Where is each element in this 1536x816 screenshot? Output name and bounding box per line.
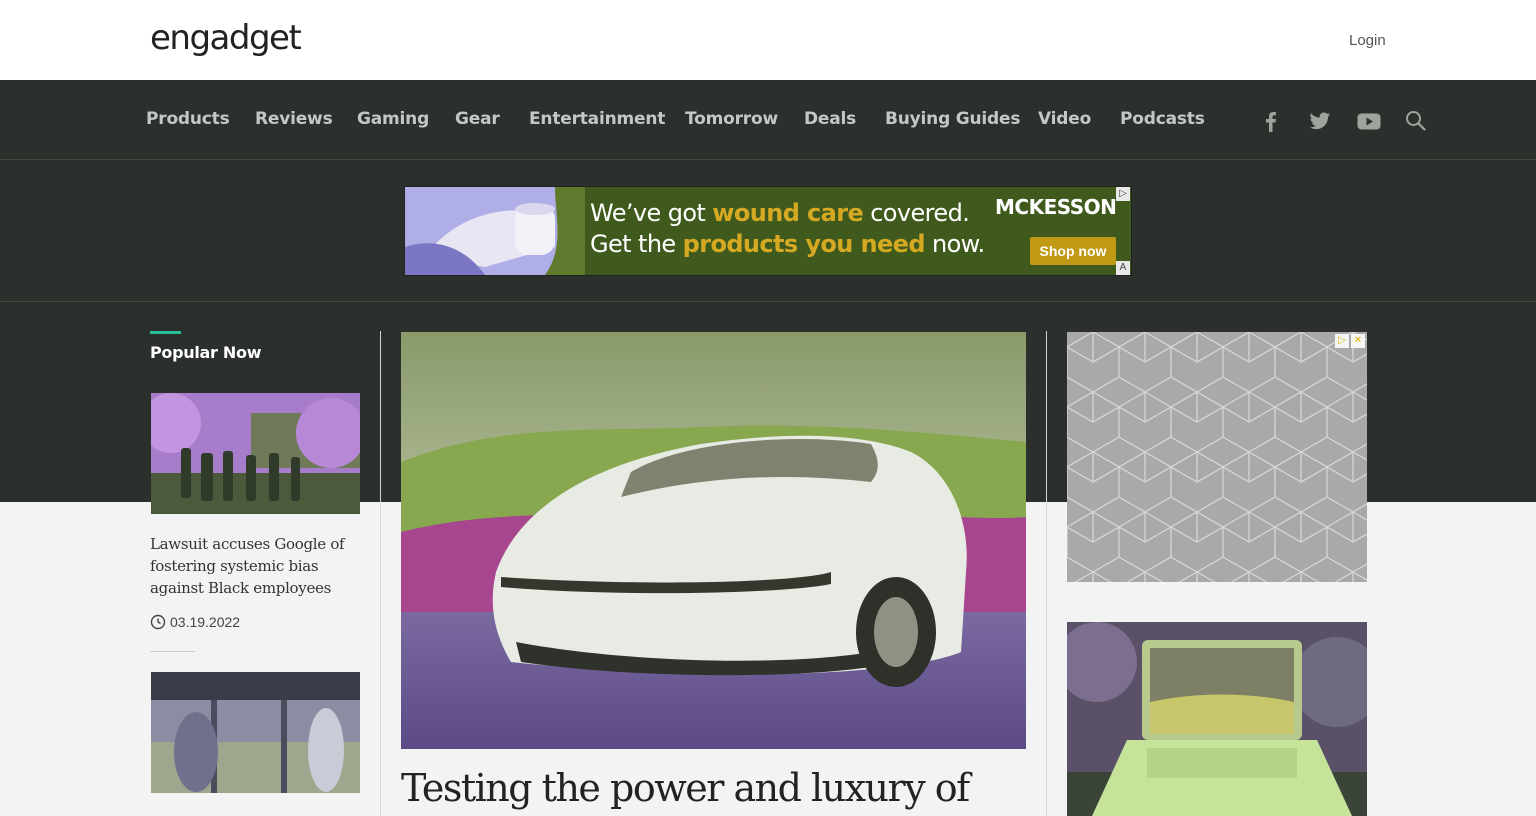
column-divider (1046, 331, 1047, 816)
login-link[interactable]: Login (1349, 32, 1386, 49)
ad-close-icon[interactable]: ✕ (1351, 334, 1365, 348)
ad-placeholder-pattern (1067, 332, 1367, 582)
sidebar-story-image[interactable] (1067, 622, 1367, 816)
nav-item-video[interactable]: Video (1038, 109, 1091, 129)
clock-icon (150, 614, 166, 630)
engadget-logo[interactable]: engadget (150, 18, 302, 58)
popular-now-heading: Popular Now (150, 343, 262, 362)
nav-item-deals[interactable]: Deals (804, 109, 856, 129)
nav-item-podcasts[interactable]: Podcasts (1120, 109, 1205, 129)
banner-ad-image (405, 187, 585, 275)
ad-badge[interactable]: A (1116, 261, 1130, 275)
story-date: 03.19.2022 (170, 614, 241, 630)
facebook-icon[interactable] (1258, 108, 1284, 134)
top-bar: engadget Login (0, 0, 1536, 80)
adchoices-icon[interactable]: ▷ (1116, 187, 1130, 201)
hero-headline[interactable]: Testing the power and luxury of (401, 766, 970, 810)
car-photo (401, 332, 1026, 749)
adchoices-icon[interactable]: ▷ (1335, 334, 1349, 348)
shop-now-button[interactable]: Shop now (1030, 237, 1116, 265)
nav-item-tomorrow[interactable]: Tomorrow (685, 109, 778, 129)
column-divider (380, 331, 381, 816)
twitter-icon[interactable] (1307, 108, 1333, 134)
story-divider (150, 651, 195, 652)
section-accent-bar (150, 331, 181, 334)
nav-item-reviews[interactable]: Reviews (255, 109, 333, 129)
nav-item-gear[interactable]: Gear (455, 109, 500, 129)
google-campus-photo (151, 393, 360, 514)
hero-image[interactable] (401, 332, 1026, 749)
story-thumbnail[interactable] (151, 672, 360, 793)
laptop-photo (1067, 622, 1367, 816)
section-divider (0, 301, 1536, 302)
nav-item-entertainment[interactable]: Entertainment (529, 109, 665, 129)
search-icon[interactable] (1403, 108, 1429, 134)
main-nav: Products Reviews Gaming Gear Entertainme… (0, 80, 1536, 160)
nav-item-gaming[interactable]: Gaming (357, 109, 429, 129)
sidebar-ad[interactable]: ▷ ✕ (1067, 332, 1367, 582)
banner-ad-brand: MCKESSON (995, 195, 1117, 219)
story-title[interactable]: Lawsuit accuses Google of fostering syst… (150, 533, 362, 599)
banner-ad-line2: Get the products you need now. (590, 230, 985, 258)
youtube-icon[interactable] (1356, 108, 1382, 134)
bandage-roll-illustration (405, 187, 585, 275)
anime-still-photo (151, 672, 360, 793)
banner-ad[interactable]: We’ve got wound care covered. Get the pr… (404, 186, 1132, 276)
nav-item-products[interactable]: Products (146, 109, 230, 129)
nav-item-buying-guides[interactable]: Buying Guides (885, 109, 1020, 129)
story-thumbnail[interactable] (151, 393, 360, 514)
banner-ad-line1: We’ve got wound care covered. (590, 199, 970, 227)
